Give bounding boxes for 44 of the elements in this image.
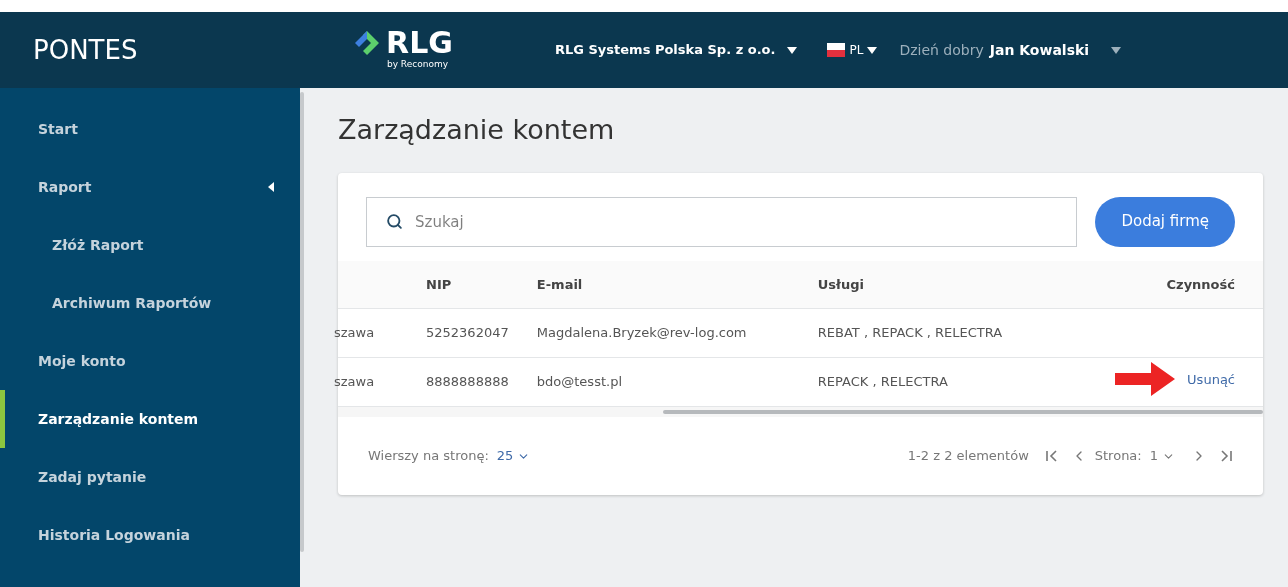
search-field[interactable]: Szukaj: [366, 196, 1078, 247]
table-cell: REBAT , REPACK , RELECTRA: [817, 325, 1003, 341]
table-cell: REPACK , RELECTRA: [817, 374, 948, 390]
column-header: NIP: [426, 276, 452, 292]
add-company-button[interactable]: Dodaj firmę: [1095, 196, 1235, 247]
table-cell: Magdalena.Bryzek@rev-log.com: [536, 325, 747, 341]
page-title: Zarządzanie kontem: [338, 113, 616, 147]
delete-link[interactable]: Usunąć: [1187, 369, 1235, 389]
company-dropdown[interactable]: RLG Systems Polska Sp. z o.o.: [555, 40, 798, 60]
table-cell: 5252362047: [426, 325, 509, 341]
rows-per-page-label: Wierszy na stronę:: [368, 447, 489, 466]
user-menu[interactable]: Dzień dobry Jan Kowalski: [899, 39, 1122, 61]
caret-icon: [1111, 46, 1122, 54]
column-header: Czynność: [1166, 276, 1235, 292]
logo-tagline: by Reconomy: [386, 58, 448, 72]
sidebar-item[interactable]: Zadaj pytanie: [0, 448, 300, 506]
caret-icon: [867, 46, 878, 54]
sidebar-item[interactable]: Moje konto: [0, 332, 300, 390]
scrollbar-thumb[interactable]: [663, 410, 1263, 414]
table-cell: 8888888888: [426, 374, 509, 390]
scrollbar-thumb[interactable]: [300, 92, 304, 552]
column-header: E-mail: [536, 276, 583, 292]
page-label: Strona:: [1094, 447, 1142, 466]
first-page-icon[interactable]: [1044, 449, 1059, 463]
caret-icon: [787, 46, 798, 54]
sidebar-item[interactable]: Raport: [0, 158, 300, 216]
app-name: PONTES: [32, 33, 139, 67]
table-cell: szawa: [334, 325, 375, 341]
table-cell: szawa: [334, 374, 375, 390]
arrow-icon: [1115, 362, 1176, 397]
sidebar-item[interactable]: Archiwum Raportów: [0, 274, 300, 332]
rows-per-page-dropdown[interactable]: 25: [496, 446, 531, 466]
items-summary: 1-2 z 2 elementów: [907, 447, 1029, 466]
search-icon: [386, 212, 403, 230]
flag-icon: [827, 43, 846, 57]
sidebar-item[interactable]: Historia Logowania: [0, 506, 300, 564]
logo-text: RLG: [386, 28, 453, 59]
last-page-icon[interactable]: [1219, 449, 1233, 463]
page-dropdown[interactable]: 1: [1149, 446, 1175, 466]
column-header: Usługi: [817, 276, 864, 292]
sidebar-item[interactable]: Złóż Raport: [0, 216, 300, 274]
language-dropdown[interactable]: PL: [827, 41, 878, 59]
sidebar-item[interactable]: Start: [0, 100, 300, 158]
table-cell: bdo@tesst.pl: [536, 374, 622, 390]
